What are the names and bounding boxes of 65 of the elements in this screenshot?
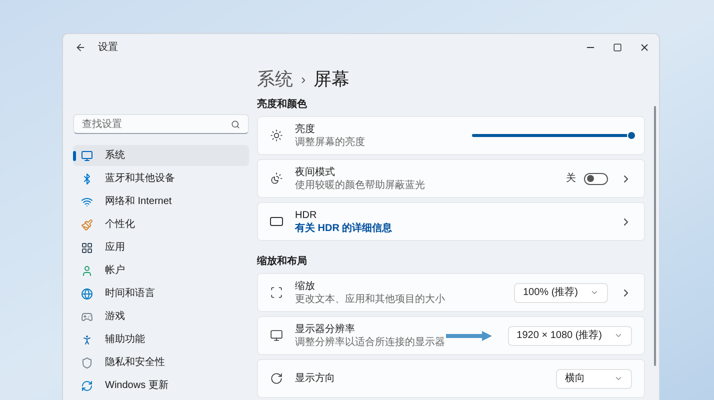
card-title: HDR — [295, 208, 318, 222]
bluetooth-icon — [81, 172, 93, 184]
hdr-info-link[interactable]: 有关 HDR 的详细信息 — [295, 222, 392, 234]
toggle-state-label: 关 — [566, 172, 576, 186]
card-title: 缩放 — [295, 280, 316, 292]
back-icon[interactable] — [75, 42, 86, 52]
maximize-icon[interactable] — [613, 42, 622, 52]
card-title: 亮度 — [295, 122, 316, 136]
card-title: 夜间模式 — [295, 166, 336, 178]
window-title: 设置 — [98, 40, 118, 54]
settings-card[interactable]: 显示器分辨率 调整分辨率以适合所连接的显示器 1920 × 1080 (推荐) — [257, 316, 645, 355]
card-title: 显示器分辨率 — [295, 322, 356, 336]
chevron-down-icon — [614, 331, 623, 340]
paintbrush-icon — [81, 218, 93, 230]
sidebar-item[interactable]: 辅助功能 — [73, 329, 249, 350]
sidebar-item[interactable]: 应用 — [73, 237, 249, 258]
monitor-icon — [81, 150, 93, 162]
rotate-icon — [270, 372, 283, 385]
dropdown[interactable]: 横向 — [556, 368, 632, 388]
section-heading: 缩放和布局 — [257, 254, 308, 269]
scale-frame-icon — [270, 286, 283, 299]
settings-card[interactable]: 显示方向 横向 — [257, 359, 645, 398]
chevron-down-icon — [614, 374, 623, 383]
dropdown[interactable]: 100% (推荐) — [514, 282, 608, 302]
shield-icon — [81, 356, 93, 368]
page-title: 屏幕 — [314, 68, 350, 90]
card-description: 更改文本、应用和其他项目的大小 — [295, 292, 445, 306]
dropdown[interactable]: 1920 × 1080 (推荐) — [508, 326, 632, 346]
refresh-icon — [81, 380, 93, 392]
card-description: 使用较暖的颜色帮助屏蔽蓝光 — [295, 178, 425, 192]
sun-icon — [270, 129, 283, 142]
card-title: 显示方向 — [295, 372, 335, 385]
breadcrumb-separator: › — [301, 70, 306, 88]
toggle-switch[interactable] — [584, 172, 608, 184]
card-description: 调整屏幕的亮度 — [295, 136, 365, 148]
user-icon — [81, 264, 93, 276]
sidebar-item[interactable]: 网络和 Internet — [73, 191, 249, 212]
apps-grid-icon — [81, 242, 93, 254]
globe-icon — [81, 288, 93, 300]
card-description: 调整分辨率以适合所连接的显示器 — [295, 336, 445, 348]
sidebar-item[interactable]: 帐户 — [73, 260, 249, 281]
sidebar-item[interactable]: 蓝牙和其他设备 — [73, 168, 249, 189]
close-icon[interactable] — [639, 42, 650, 52]
sun-moon-icon — [270, 172, 283, 185]
hdr-icon — [270, 217, 283, 226]
search-icon — [231, 120, 240, 128]
chevron-down-icon — [590, 288, 599, 297]
sidebar-item[interactable]: 系统 — [73, 145, 249, 166]
search-field[interactable]: 查找设置 — [73, 114, 249, 134]
breadcrumb-parent[interactable]: 系统 — [257, 66, 293, 92]
wifi-icon — [81, 196, 93, 208]
sidebar-item[interactable]: Windows 更新 — [73, 375, 249, 396]
sidebar-item[interactable]: 个性化 — [73, 214, 249, 235]
sidebar-item[interactable]: 时间和语言 — [73, 283, 249, 304]
settings-card[interactable]: 缩放 更改文本、应用和其他项目的大小 100% (推荐) — [257, 273, 645, 312]
settings-card[interactable]: 亮度 调整屏幕的亮度 — [257, 116, 645, 155]
settings-card[interactable]: HDR 有关 HDR 的详细信息 — [257, 202, 645, 241]
search-input[interactable]: 查找设置 — [82, 116, 231, 132]
section-heading: 亮度和颜色 — [257, 97, 308, 112]
settings-card[interactable]: 夜间模式 使用较暖的颜色帮助屏蔽蓝光 关 — [257, 159, 645, 198]
display-icon — [270, 329, 283, 342]
gamepad-icon — [81, 310, 93, 322]
sidebar-item[interactable]: 游戏 — [73, 306, 249, 327]
sidebar-item[interactable]: 隐私和安全性 — [73, 352, 249, 373]
accessibility-icon — [81, 334, 93, 346]
